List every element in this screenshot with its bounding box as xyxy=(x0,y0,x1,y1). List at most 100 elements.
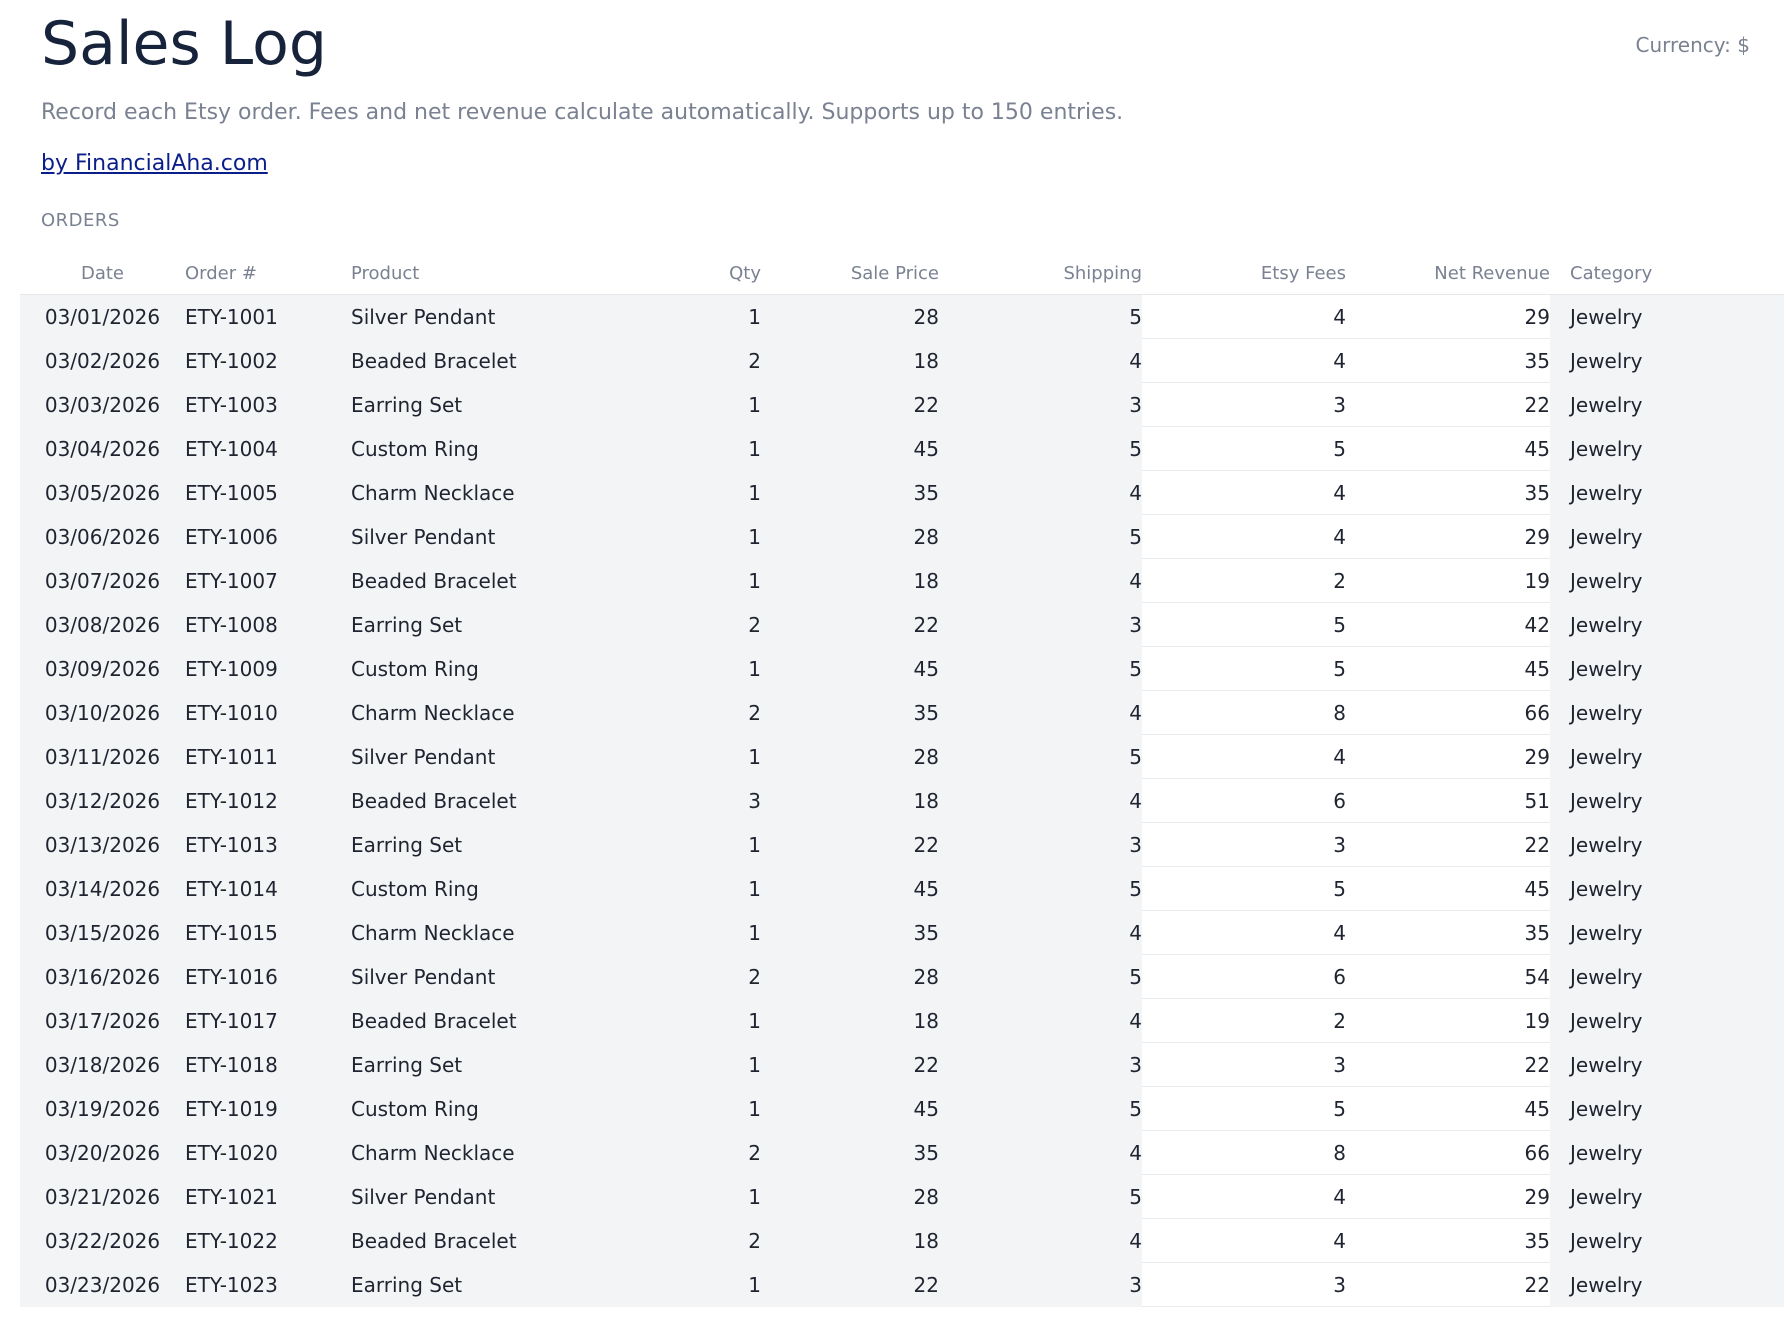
shipping-cell[interactable]: 3 xyxy=(939,382,1142,427)
category-cell[interactable]: Jewelry xyxy=(1550,602,1784,647)
product-cell[interactable]: Beaded Bracelet xyxy=(351,1218,613,1263)
qty-cell[interactable]: 1 xyxy=(613,470,761,515)
category-cell[interactable]: Jewelry xyxy=(1550,646,1784,691)
sale-price-cell[interactable]: 45 xyxy=(761,1086,939,1131)
sale-price-cell[interactable]: 18 xyxy=(761,338,939,383)
order-number-cell[interactable]: ETY-1003 xyxy=(185,382,351,427)
sale-price-cell[interactable]: 22 xyxy=(761,1262,939,1307)
shipping-cell[interactable]: 5 xyxy=(939,646,1142,691)
qty-cell[interactable]: 1 xyxy=(613,866,761,911)
order-number-cell[interactable]: ETY-1010 xyxy=(185,690,351,735)
product-cell[interactable]: Custom Ring xyxy=(351,646,613,691)
product-cell[interactable]: Beaded Bracelet xyxy=(351,998,613,1043)
sale-price-cell[interactable]: 28 xyxy=(761,514,939,559)
date-cell[interactable]: 03/12/2026 xyxy=(20,778,185,823)
qty-cell[interactable]: 1 xyxy=(613,998,761,1043)
shipping-cell[interactable]: 4 xyxy=(939,778,1142,823)
order-number-cell[interactable]: ETY-1008 xyxy=(185,602,351,647)
category-cell[interactable]: Jewelry xyxy=(1550,1086,1784,1131)
qty-cell[interactable]: 1 xyxy=(613,734,761,779)
qty-cell[interactable]: 2 xyxy=(613,602,761,647)
byline-link[interactable]: by FinancialAha.com xyxy=(41,151,268,176)
order-number-cell[interactable]: ETY-1002 xyxy=(185,338,351,383)
shipping-cell[interactable]: 3 xyxy=(939,1262,1142,1307)
sale-price-cell[interactable]: 28 xyxy=(761,1174,939,1219)
sale-price-cell[interactable]: 18 xyxy=(761,778,939,823)
date-cell[interactable]: 03/05/2026 xyxy=(20,470,185,515)
shipping-cell[interactable]: 5 xyxy=(939,1174,1142,1219)
date-cell[interactable]: 03/17/2026 xyxy=(20,998,185,1043)
product-cell[interactable]: Earring Set xyxy=(351,822,613,867)
category-cell[interactable]: Jewelry xyxy=(1550,690,1784,735)
sale-price-cell[interactable]: 22 xyxy=(761,822,939,867)
order-number-cell[interactable]: ETY-1022 xyxy=(185,1218,351,1263)
order-number-cell[interactable]: ETY-1014 xyxy=(185,866,351,911)
product-cell[interactable]: Silver Pendant xyxy=(351,1174,613,1219)
qty-cell[interactable]: 2 xyxy=(613,338,761,383)
product-cell[interactable]: Beaded Bracelet xyxy=(351,338,613,383)
order-number-cell[interactable]: ETY-1018 xyxy=(185,1042,351,1087)
date-cell[interactable]: 03/10/2026 xyxy=(20,690,185,735)
category-cell[interactable]: Jewelry xyxy=(1550,910,1784,955)
product-cell[interactable]: Earring Set xyxy=(351,1262,613,1307)
date-cell[interactable]: 03/16/2026 xyxy=(20,954,185,999)
qty-cell[interactable]: 2 xyxy=(613,1218,761,1263)
category-cell[interactable]: Jewelry xyxy=(1550,954,1784,999)
shipping-cell[interactable]: 5 xyxy=(939,866,1142,911)
category-cell[interactable]: Jewelry xyxy=(1550,1042,1784,1087)
shipping-cell[interactable]: 4 xyxy=(939,470,1142,515)
qty-cell[interactable]: 1 xyxy=(613,910,761,955)
order-number-cell[interactable]: ETY-1009 xyxy=(185,646,351,691)
order-number-cell[interactable]: ETY-1011 xyxy=(185,734,351,779)
date-cell[interactable]: 03/21/2026 xyxy=(20,1174,185,1219)
sale-price-cell[interactable]: 35 xyxy=(761,690,939,735)
shipping-cell[interactable]: 4 xyxy=(939,910,1142,955)
product-cell[interactable]: Silver Pendant xyxy=(351,734,613,779)
category-cell[interactable]: Jewelry xyxy=(1550,1174,1784,1219)
category-cell[interactable]: Jewelry xyxy=(1550,382,1784,427)
qty-cell[interactable]: 1 xyxy=(613,822,761,867)
date-cell[interactable]: 03/20/2026 xyxy=(20,1130,185,1175)
date-cell[interactable]: 03/15/2026 xyxy=(20,910,185,955)
category-cell[interactable]: Jewelry xyxy=(1550,866,1784,911)
category-cell[interactable]: Jewelry xyxy=(1550,426,1784,471)
date-cell[interactable]: 03/22/2026 xyxy=(20,1218,185,1263)
order-number-cell[interactable]: ETY-1012 xyxy=(185,778,351,823)
date-cell[interactable]: 03/23/2026 xyxy=(20,1262,185,1307)
shipping-cell[interactable]: 5 xyxy=(939,954,1142,999)
order-number-cell[interactable]: ETY-1017 xyxy=(185,998,351,1043)
product-cell[interactable]: Charm Necklace xyxy=(351,470,613,515)
date-cell[interactable]: 03/09/2026 xyxy=(20,646,185,691)
date-cell[interactable]: 03/13/2026 xyxy=(20,822,185,867)
date-cell[interactable]: 03/18/2026 xyxy=(20,1042,185,1087)
category-cell[interactable]: Jewelry xyxy=(1550,734,1784,779)
sale-price-cell[interactable]: 45 xyxy=(761,646,939,691)
product-cell[interactable]: Earring Set xyxy=(351,1042,613,1087)
date-cell[interactable]: 03/11/2026 xyxy=(20,734,185,779)
sale-price-cell[interactable]: 18 xyxy=(761,1218,939,1263)
category-cell[interactable]: Jewelry xyxy=(1550,1218,1784,1263)
order-number-cell[interactable]: ETY-1020 xyxy=(185,1130,351,1175)
order-number-cell[interactable]: ETY-1023 xyxy=(185,1262,351,1307)
sale-price-cell[interactable]: 28 xyxy=(761,734,939,779)
order-number-cell[interactable]: ETY-1005 xyxy=(185,470,351,515)
order-number-cell[interactable]: ETY-1001 xyxy=(185,294,351,339)
sale-price-cell[interactable]: 18 xyxy=(761,558,939,603)
category-cell[interactable]: Jewelry xyxy=(1550,294,1784,339)
qty-cell[interactable]: 1 xyxy=(613,294,761,339)
product-cell[interactable]: Custom Ring xyxy=(351,1086,613,1131)
product-cell[interactable]: Earring Set xyxy=(351,602,613,647)
date-cell[interactable]: 03/08/2026 xyxy=(20,602,185,647)
shipping-cell[interactable]: 4 xyxy=(939,690,1142,735)
product-cell[interactable]: Beaded Bracelet xyxy=(351,778,613,823)
order-number-cell[interactable]: ETY-1016 xyxy=(185,954,351,999)
shipping-cell[interactable]: 4 xyxy=(939,338,1142,383)
product-cell[interactable]: Silver Pendant xyxy=(351,954,613,999)
sale-price-cell[interactable]: 35 xyxy=(761,910,939,955)
sale-price-cell[interactable]: 28 xyxy=(761,954,939,999)
shipping-cell[interactable]: 5 xyxy=(939,426,1142,471)
category-cell[interactable]: Jewelry xyxy=(1550,778,1784,823)
qty-cell[interactable]: 1 xyxy=(613,1174,761,1219)
qty-cell[interactable]: 3 xyxy=(613,778,761,823)
qty-cell[interactable]: 1 xyxy=(613,646,761,691)
